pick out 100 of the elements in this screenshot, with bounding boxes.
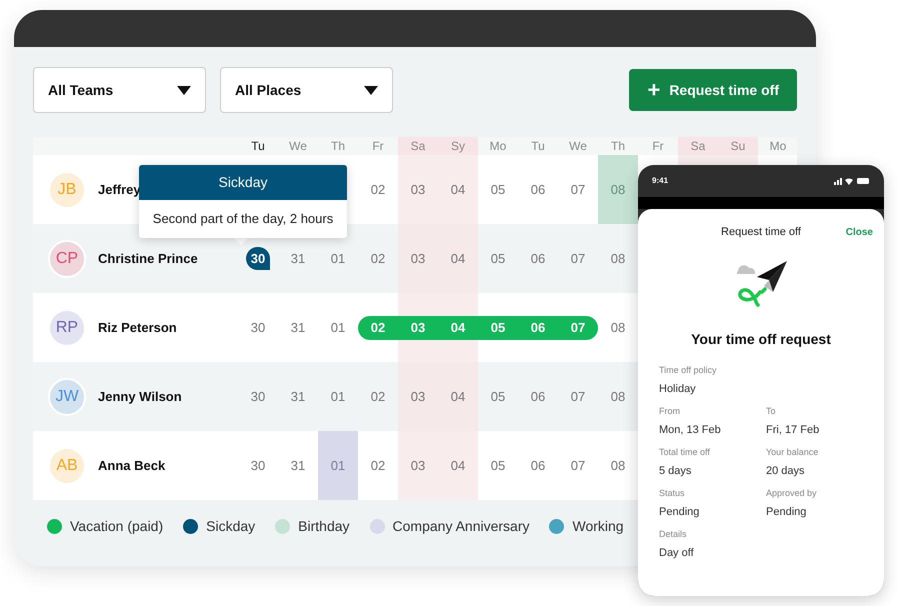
day-number: 06: [530, 456, 546, 475]
dropdown-caret-icon: [177, 86, 191, 94]
weekday-label: Sa: [410, 138, 426, 155]
weekday-label: Th: [330, 138, 345, 155]
tooltip-title: Sickday: [218, 173, 268, 192]
vacation-day: 04: [438, 316, 478, 340]
field-label: Total time off: [659, 446, 711, 459]
vacation-day: 02: [358, 316, 398, 340]
legend-label: Vacation (paid): [70, 517, 164, 536]
avatar-initials: JW: [55, 386, 79, 406]
day-number: 03: [410, 456, 426, 475]
employee-name: Anna Beck: [98, 456, 166, 475]
day-number: 01: [330, 318, 346, 337]
day-number: 31: [290, 250, 306, 268]
weekday-label: Fr: [372, 138, 384, 155]
day-number: 02: [370, 180, 386, 199]
legend-label: Sickday: [206, 517, 256, 536]
sickday-day: 30: [246, 247, 270, 270]
dropdown-caret-icon: [364, 86, 378, 94]
day-number: 31: [290, 456, 306, 475]
request-time-off-button[interactable]: + Request time off: [629, 69, 797, 111]
field-value: 20 days: [766, 464, 806, 478]
field-label: Approved by: [766, 487, 818, 500]
field-value: Pending: [659, 504, 700, 520]
day-number: 30: [250, 456, 266, 475]
day-number: 08: [610, 456, 626, 475]
field-label: Your balance: [766, 446, 820, 459]
day-number: 03: [410, 180, 426, 199]
legend-label: Birthday: [298, 517, 350, 536]
day-number: 04: [450, 456, 466, 475]
weekday-label: Su: [730, 138, 746, 155]
field-value: Holiday: [659, 382, 697, 396]
avatar-initials: CP: [56, 248, 78, 268]
day-number: 04: [450, 250, 466, 268]
day-number: 30: [250, 318, 266, 337]
vacation-day: 07: [558, 316, 598, 340]
weekday-label: We: [289, 138, 307, 155]
field-value: 5 days: [659, 464, 692, 478]
weekday-label: Mo: [490, 138, 506, 155]
avatar-initials: AB: [56, 456, 78, 476]
day-number: 31: [290, 318, 306, 337]
weekday-label: Tu: [251, 138, 265, 155]
field-label: From: [659, 405, 681, 418]
day-number: 30: [250, 388, 266, 406]
employee-name: Jenny Wilson: [98, 388, 182, 406]
vacation-day: 05: [478, 316, 518, 340]
employee-name: Christine Prince: [98, 250, 198, 268]
day-number: 08: [610, 388, 626, 406]
weekday-label: Sy: [450, 138, 465, 155]
day-number: 07: [570, 388, 586, 406]
day-number: 01: [330, 456, 346, 475]
day-number: 07: [570, 456, 586, 475]
field-label: Time off policy: [659, 364, 718, 377]
vacation-day: 06: [518, 316, 558, 340]
field-value: Mon, 13 Feb: [659, 422, 722, 438]
day-number: 02: [370, 250, 386, 268]
status-time: 9:41: [652, 175, 668, 187]
day-number: 05: [490, 180, 506, 199]
sheet-title: Request time off: [721, 224, 801, 240]
day-number: 07: [570, 180, 586, 199]
day-number: 02: [370, 456, 386, 475]
field-label: Status: [659, 487, 686, 500]
day-number: 08: [610, 180, 626, 199]
avatar-initials: JB: [58, 180, 76, 200]
day-number: 05: [490, 250, 506, 268]
close-link[interactable]: Close: [846, 224, 873, 240]
weekday-label: Sa: [690, 138, 706, 155]
day-number: 05: [490, 456, 506, 475]
day-number: 08: [610, 318, 626, 337]
employee-name: Riz Peterson: [98, 318, 177, 337]
day-number: 01: [330, 388, 346, 406]
avatar-initials: RP: [56, 318, 78, 338]
filter-dropdown[interactable]: All Places: [220, 67, 393, 113]
vacation-day: 03: [398, 316, 438, 340]
weekday-label: We: [569, 138, 587, 155]
day-number: 03: [410, 388, 426, 406]
field-value: Day off: [659, 546, 695, 560]
weekday-label: Mo: [770, 138, 786, 155]
legend-label: Company Anniversary: [392, 517, 530, 536]
field-value: Fri, 17 Feb: [766, 422, 820, 438]
day-number: 04: [450, 388, 466, 406]
day-number: 04: [450, 180, 466, 199]
day-number: 01: [330, 250, 346, 268]
weekday-label: Tu: [531, 138, 545, 155]
day-number: 05: [490, 388, 506, 406]
weekday-label: Fr: [652, 138, 664, 155]
day-number: 06: [530, 250, 546, 268]
day-number: 02: [370, 388, 386, 406]
status-icons: [834, 177, 870, 185]
sheet-heading: Your time off request: [690, 330, 832, 349]
day-number: 03: [410, 250, 426, 268]
field-value: Pending: [766, 504, 808, 520]
day-number: 06: [530, 180, 546, 199]
day-number: 06: [530, 388, 546, 406]
day-number: 31: [290, 388, 306, 406]
weekday-label: Th: [610, 138, 625, 155]
field-label: To: [766, 405, 777, 418]
day-number: 08: [610, 250, 626, 268]
field-label: Details: [659, 528, 688, 541]
filter-dropdown[interactable]: All Teams: [33, 67, 206, 113]
